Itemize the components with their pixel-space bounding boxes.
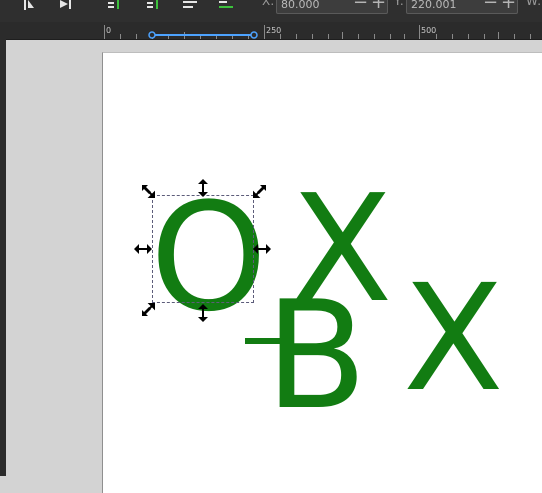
scale-handle-bottom[interactable] bbox=[193, 303, 213, 323]
text-object-b[interactable]: B bbox=[265, 282, 367, 431]
align-right-edge-icon[interactable] bbox=[56, 0, 76, 12]
lower-object-icon[interactable] bbox=[144, 0, 164, 12]
y-coordinate-input[interactable] bbox=[407, 0, 477, 13]
y-label: Y: bbox=[394, 0, 404, 8]
selection-bounding-box bbox=[152, 195, 254, 303]
horizontal-ruler[interactable]: 0 250 500 bbox=[0, 22, 542, 40]
y-decrement-button[interactable]: − bbox=[483, 0, 498, 12]
text-object-x[interactable]: X bbox=[403, 265, 504, 412]
align-text-icon[interactable] bbox=[180, 0, 200, 12]
scale-handle-top[interactable] bbox=[193, 178, 213, 198]
scale-handle-top-left[interactable] bbox=[138, 181, 158, 201]
scale-handle-top-right[interactable] bbox=[250, 181, 270, 201]
x-decrement-button[interactable]: − bbox=[353, 0, 368, 12]
x-coordinate-field: − + bbox=[276, 0, 388, 14]
raise-object-icon[interactable] bbox=[104, 0, 124, 12]
scale-handle-left[interactable] bbox=[133, 239, 153, 259]
top-toolbar: X: − + Y: − + W: bbox=[0, 0, 542, 23]
x-label: X: bbox=[262, 0, 275, 8]
vertical-ruler[interactable] bbox=[0, 39, 6, 476]
y-increment-button[interactable]: + bbox=[501, 0, 516, 12]
x-increment-button[interactable]: + bbox=[371, 0, 386, 12]
ruler-label: 500 bbox=[421, 26, 437, 35]
b-stroke-extension bbox=[245, 338, 281, 344]
align-left-edge-icon[interactable] bbox=[18, 0, 38, 12]
ruler-label: 250 bbox=[266, 26, 282, 35]
scale-handle-bottom-left[interactable] bbox=[138, 300, 158, 320]
x-coordinate-input[interactable] bbox=[277, 0, 347, 13]
scale-handle-right[interactable] bbox=[252, 239, 272, 259]
distribute-icon[interactable] bbox=[216, 0, 236, 12]
ruler-label: 0 bbox=[106, 26, 112, 35]
y-coordinate-field: − + bbox=[406, 0, 518, 14]
w-label: W: bbox=[526, 0, 542, 8]
